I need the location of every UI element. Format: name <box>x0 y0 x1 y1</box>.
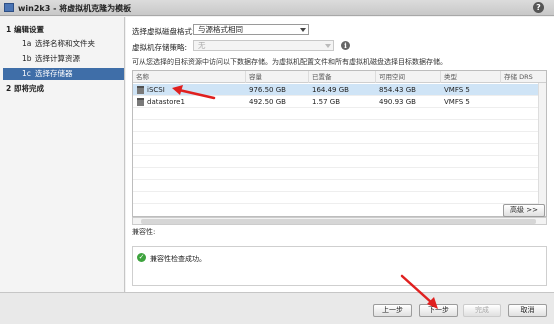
cell-type: VMFS 5 <box>444 86 470 94</box>
check-circle-icon: ✓ <box>137 253 146 262</box>
step-select-name-folder[interactable]: 1a 选择名称和文件夹 <box>0 38 125 50</box>
step-number: 1a <box>22 39 32 48</box>
finish-button[interactable]: 完成 <box>463 304 501 317</box>
compatibility-message: 兼容性检查成功。 <box>150 255 206 263</box>
info-icon[interactable]: i <box>341 41 350 50</box>
datastore-icon <box>137 98 144 106</box>
table-row[interactable]: datastore1 492.50 GB 1.57 GB 490.93 GB V… <box>133 96 546 108</box>
step-select-compute-resource[interactable]: 1b 选择计算资源 <box>0 53 125 65</box>
empty-row <box>133 180 546 192</box>
storage-policy-select[interactable]: 无 <box>193 40 334 51</box>
chevron-down-icon <box>300 28 306 32</box>
cell-capacity: 492.50 GB <box>249 98 286 106</box>
disk-format-select[interactable]: 与源格式相同 <box>193 24 309 35</box>
cell-capacity: 976.50 GB <box>249 86 286 94</box>
advanced-button[interactable]: 高级 >> <box>503 204 545 217</box>
step-number: 1c <box>22 69 31 78</box>
step-number: 1 <box>6 25 12 34</box>
empty-row <box>133 144 546 156</box>
vm-icon <box>4 3 14 12</box>
step-number: 1b <box>22 54 32 63</box>
cell-free-space: 854.43 GB <box>379 86 416 94</box>
storage-policy-label: 虚拟机存储策略: <box>132 43 188 52</box>
chevron-down-icon <box>325 44 331 48</box>
empty-row <box>133 108 546 120</box>
datastore-table: 名称 容量 已置备 可用空间 类型 存储 DRS iSCSI 976.50 GB… <box>132 70 547 217</box>
disk-format-label: 选择虚拟磁盘格式: <box>132 27 195 36</box>
step-ready-to-complete[interactable]: 2 即将完成 <box>0 83 125 95</box>
column-header-capacity[interactable]: 容量 <box>246 71 309 83</box>
cell-type: VMFS 5 <box>444 98 470 106</box>
empty-row <box>133 192 546 204</box>
datastore-hint-text: 可从您选择的目标资源中访问以下数据存储。为虚拟机配置文件和所有虚拟机磁盘选择目标… <box>132 58 447 66</box>
empty-row <box>133 120 546 132</box>
table-header: 名称 容量 已置备 可用空间 类型 存储 DRS <box>133 71 546 83</box>
column-header-type[interactable]: 类型 <box>441 71 501 83</box>
storage-selection-panel: 选择虚拟磁盘格式: 与源格式相同 虚拟机存储策略: 无 i 可从您选择的目标资源… <box>126 17 554 292</box>
column-header-storage-drs[interactable]: 存储 DRS <box>501 71 546 83</box>
cell-name: datastore1 <box>147 98 185 106</box>
empty-row <box>133 156 546 168</box>
step-edit-settings[interactable]: 1 编辑设置 <box>0 24 125 36</box>
cell-provisioned: 164.49 GB <box>312 86 349 94</box>
cancel-button[interactable]: 取消 <box>508 304 547 317</box>
step-select-storage[interactable]: 1c 选择存储器 <box>3 68 124 80</box>
datastore-icon <box>137 86 144 94</box>
compatibility-title: 兼容性: <box>132 228 156 236</box>
step-label: 选择存储器 <box>35 69 73 78</box>
table-row[interactable]: iSCSI 976.50 GB 164.49 GB 854.43 GB VMFS… <box>133 84 546 96</box>
column-header-provisioned[interactable]: 已置备 <box>309 71 376 83</box>
vertical-scrollbar[interactable] <box>538 83 546 216</box>
disk-format-value: 与源格式相同 <box>198 25 243 34</box>
storage-policy-value: 无 <box>198 41 206 50</box>
horizontal-scrollbar[interactable] <box>132 217 547 225</box>
column-header-free-space[interactable]: 可用空间 <box>376 71 441 83</box>
step-label: 选择名称和文件夹 <box>35 39 95 48</box>
cell-provisioned: 1.57 GB <box>312 98 341 106</box>
wizard-footer: 上一步 下一步 完成 取消 <box>0 292 554 324</box>
compatibility-panel: ✓ 兼容性检查成功。 <box>132 246 547 286</box>
empty-row <box>133 132 546 144</box>
window-titlebar: win2k3 - 将虚拟机克隆为模板 ? <box>0 0 554 16</box>
back-button[interactable]: 上一步 <box>373 304 412 317</box>
step-label: 即将完成 <box>14 84 44 93</box>
empty-row <box>133 168 546 180</box>
column-header-name[interactable]: 名称 <box>133 71 246 83</box>
step-label: 选择计算资源 <box>35 54 80 63</box>
window-title: win2k3 - 将虚拟机克隆为模板 <box>18 4 132 13</box>
next-button[interactable]: 下一步 <box>419 304 458 317</box>
step-label: 编辑设置 <box>14 25 44 34</box>
cell-free-space: 490.93 GB <box>379 98 416 106</box>
scrollbar-thumb[interactable] <box>141 219 536 224</box>
wizard-steps-sidebar: 1 编辑设置 1a 选择名称和文件夹 1b 选择计算资源 1c 选择存储器 2 … <box>0 17 125 292</box>
help-icon[interactable]: ? <box>533 2 544 13</box>
step-number: 2 <box>6 84 12 93</box>
cell-name: iSCSI <box>147 86 165 94</box>
